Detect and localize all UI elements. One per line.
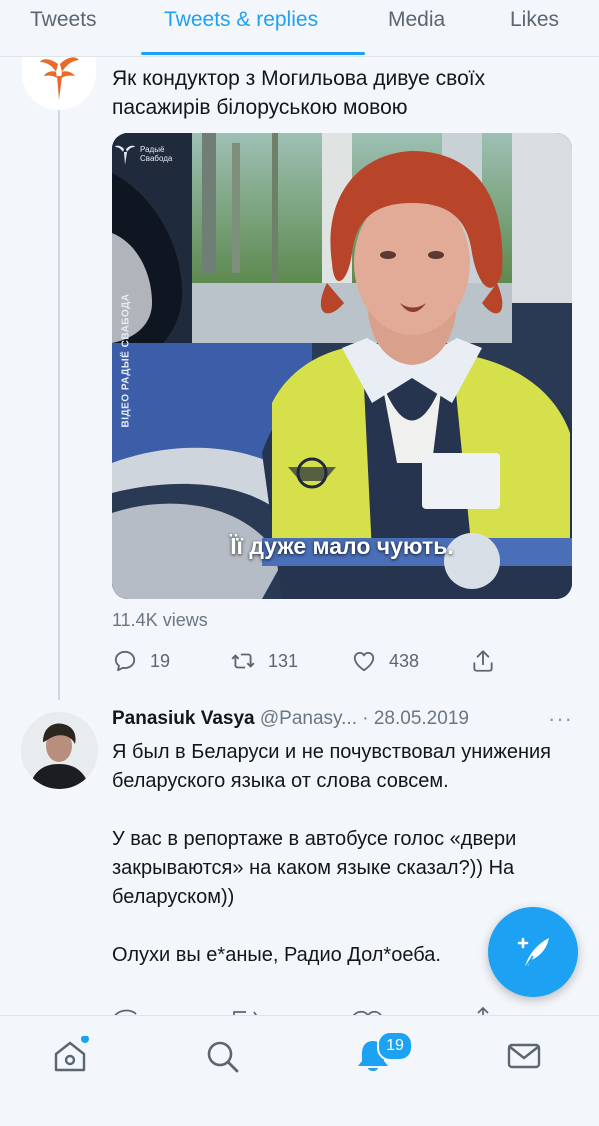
compose-feather-icon	[517, 937, 549, 969]
share-icon	[473, 650, 493, 672]
avatar[interactable]	[21, 712, 98, 789]
radio-svaboda-logo-icon	[40, 57, 79, 100]
reply-button[interactable]: 19	[112, 648, 170, 674]
video-frame	[112, 133, 572, 599]
compose-tweet-button[interactable]	[488, 907, 578, 997]
tweet-text: Я был в Беларуси и не почувствовал униже…	[112, 738, 552, 999]
tab-tweets[interactable]: Tweets	[30, 8, 97, 32]
tweet-text: Як кондуктор з Могильова дивуе своїх пас…	[112, 67, 486, 119]
like-count: 438	[389, 650, 420, 671]
share-button[interactable]	[470, 648, 496, 674]
profile-tabs: Tweets Tweets & replies Media Likes	[0, 0, 599, 57]
thread-line	[58, 110, 60, 700]
home-icon	[54, 1035, 89, 1072]
reply-icon	[114, 650, 136, 672]
more-options-icon[interactable]: ···	[548, 706, 573, 732]
tweet-video[interactable]: Радыё Свабода ВІДЕО РАДЫЁ СВАБОДА Її дуж…	[112, 133, 572, 599]
user-avatar-image	[21, 712, 98, 789]
retweet-icon	[231, 653, 255, 669]
tab-tweets-and-replies[interactable]: Tweets & replies	[164, 8, 318, 32]
bottom-navigation	[0, 1015, 599, 1126]
active-tab-indicator	[141, 52, 365, 55]
tweet-paragraph: У вас в репортаже в автобусе голос «двер…	[112, 828, 517, 908]
tab-likes[interactable]: Likes	[510, 8, 559, 32]
tweet-actions: 19 131 438	[112, 648, 512, 680]
heart-icon	[353, 651, 375, 672]
handle-and-date: @Panasy... · 28.05.2019	[254, 708, 469, 729]
tab-media[interactable]: Media	[388, 8, 445, 32]
video-subtitle: Її дуже мало чують.	[230, 533, 454, 559]
avatar[interactable]	[22, 48, 96, 110]
tweet-paragraph: Олухи вы е*аные, Радио Дол*оеба.	[112, 944, 441, 966]
tweet-header: Panasiuk Vasya @Panasy... · 28.05.2019	[112, 708, 469, 730]
tweet-paragraph: Я был в Беларуси и не почувствовал униже…	[112, 741, 552, 792]
view-count: 11.4K views	[112, 610, 208, 630]
nav-search[interactable]	[202, 1036, 242, 1076]
nav-messages[interactable]	[504, 1036, 544, 1076]
media-side-label: ВІДЕО РАДЫЁ СВАБОДА	[120, 293, 132, 428]
like-button[interactable]: 438	[351, 648, 419, 674]
notifications-badge: 19	[377, 1031, 413, 1061]
retweet-count: 131	[268, 650, 299, 671]
envelope-icon	[507, 1043, 541, 1069]
search-icon	[207, 1041, 239, 1073]
media-logo-text: Радыё Свабода	[140, 145, 173, 163]
retweet-button[interactable]: 131	[230, 648, 298, 674]
nav-home[interactable]	[50, 1035, 90, 1076]
display-name[interactable]: Panasiuk Vasya	[112, 708, 255, 729]
reply-count: 19	[150, 650, 171, 671]
